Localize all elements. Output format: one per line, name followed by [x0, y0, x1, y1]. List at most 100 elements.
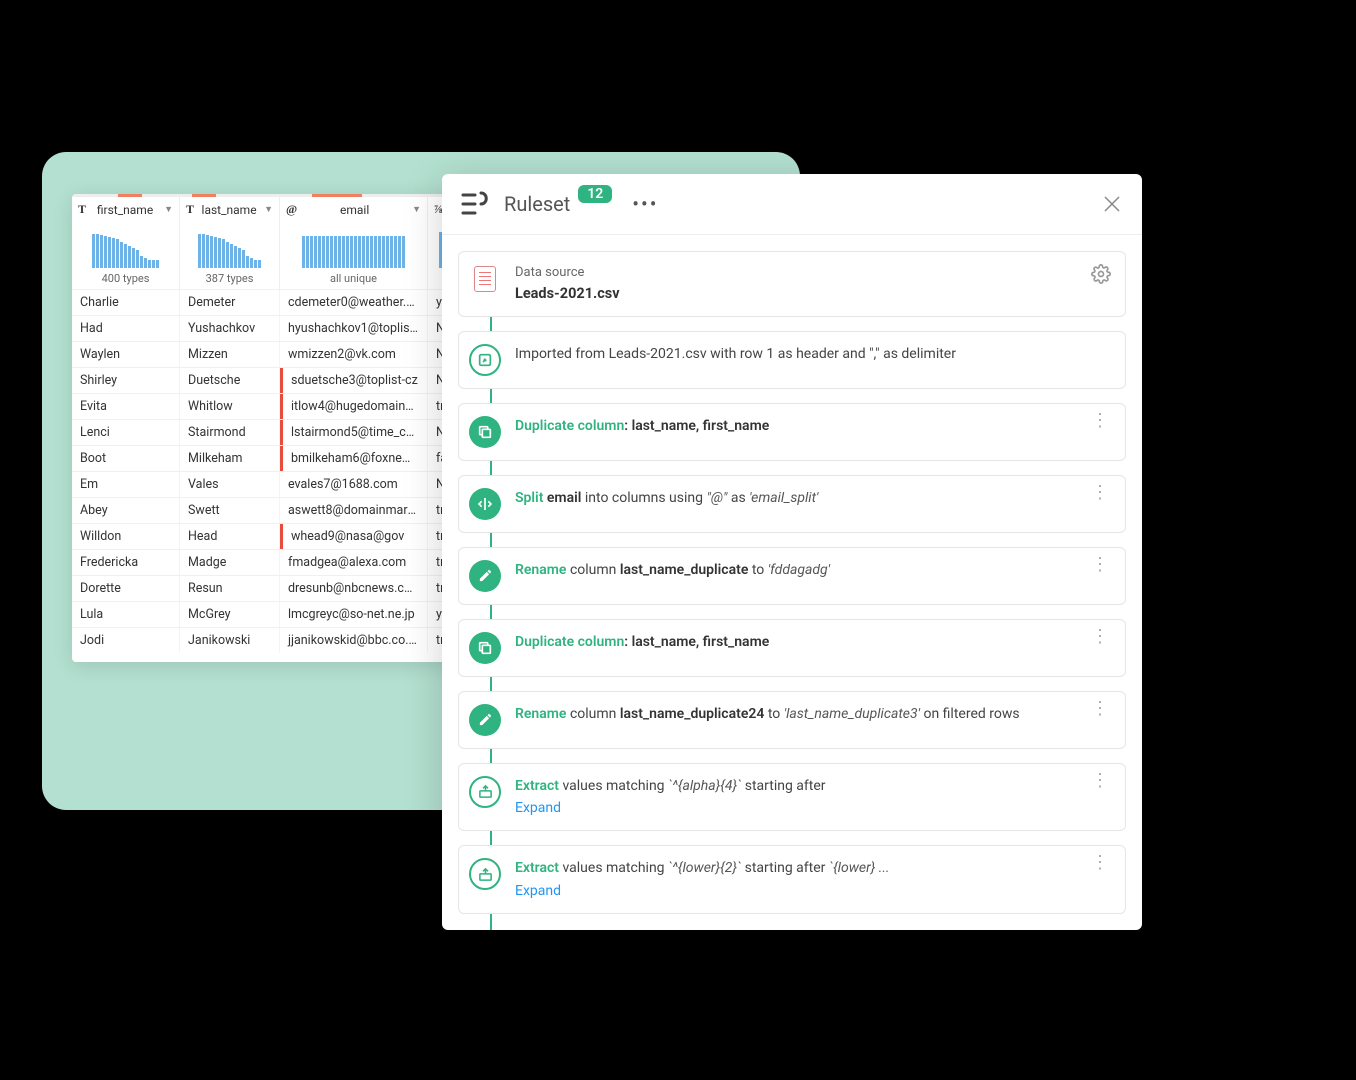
- cell-first-name: Dorette: [72, 576, 180, 601]
- cell-last-name: Head: [180, 524, 280, 549]
- cell-first-name: Abey: [72, 498, 180, 523]
- kebab-menu-icon[interactable]: ⋮: [1089, 632, 1111, 643]
- edit-icon: [469, 704, 501, 736]
- ruleset-header: Ruleset 12 •••: [442, 174, 1142, 235]
- column-warning-indicator: [192, 194, 216, 197]
- cell-first-name: Lula: [72, 602, 180, 627]
- cell-first-name: Waylen: [72, 342, 180, 367]
- cell-email: evales7@1688.com: [280, 472, 428, 497]
- kebab-menu-icon[interactable]: ⋮: [1089, 776, 1111, 787]
- column-warning-indicator: [118, 194, 142, 197]
- ruleset-panel: Ruleset 12 ••• Data source Leads-2021.cs…: [442, 174, 1142, 930]
- histogram-label: 400 types: [78, 272, 173, 285]
- rule-step-copy[interactable]: Duplicate column: last_name, first_name ⋮: [458, 403, 1126, 461]
- column-header-first_name[interactable]: Tfirst_name▼: [72, 194, 180, 222]
- column-name: last_name: [198, 203, 260, 217]
- extract-icon: [469, 776, 501, 808]
- copy-icon: [469, 416, 501, 448]
- more-icon[interactable]: •••: [632, 192, 658, 216]
- rule-description: Split email into columns using "@" as 'e…: [515, 488, 1075, 508]
- cell-last-name: Swett: [180, 498, 280, 523]
- copy-icon: [469, 632, 501, 664]
- rule-description: Duplicate column: last_name, first_name: [515, 416, 1075, 436]
- ruleset-logo-icon: [460, 188, 492, 220]
- histogram-first_name: 400 types: [72, 222, 180, 289]
- column-header-last_name[interactable]: Tlast_name ▼: [180, 194, 280, 222]
- kebab-menu-icon[interactable]: ⋮: [1089, 560, 1111, 571]
- cell-last-name: Demeter: [180, 290, 280, 315]
- cell-last-name: Stairmond: [180, 420, 280, 445]
- cell-email: lmcgreyc@so-net.ne.jp: [280, 602, 428, 627]
- split-icon: [469, 488, 501, 520]
- type-icon: T: [78, 202, 86, 217]
- cell-first-name: Fredericka: [72, 550, 180, 575]
- kebab-menu-icon[interactable]: ⋮: [1089, 488, 1111, 499]
- ruleset-body: Data source Leads-2021.csv Imported from…: [442, 235, 1142, 930]
- histogram-last_name: 387 types: [180, 222, 280, 289]
- column-warning-indicator: [312, 194, 362, 197]
- kebab-menu-icon[interactable]: ⋮: [1089, 858, 1111, 869]
- kebab-menu-icon[interactable]: ⋮: [1089, 416, 1111, 427]
- cell-email: hyushachkov1@toplist.cz: [280, 316, 428, 341]
- column-header-email[interactable]: @ email ▼: [280, 194, 428, 222]
- chevron-down-icon[interactable]: ▼: [264, 204, 273, 215]
- file-icon: [474, 266, 496, 292]
- cell-last-name: Milkeham: [180, 446, 280, 471]
- cell-first-name: Evita: [72, 394, 180, 419]
- rule-description: Rename column last_name_duplicate to 'fd…: [515, 560, 1075, 580]
- cell-first-name: Boot: [72, 446, 180, 471]
- rule-step-split[interactable]: Split email into columns using "@" as 'e…: [458, 475, 1126, 533]
- rule-step-copy[interactable]: Duplicate column: last_name, first_name ⋮: [458, 619, 1126, 677]
- chevron-down-icon[interactable]: ▼: [412, 204, 421, 215]
- cell-last-name: Whitlow: [180, 394, 280, 419]
- cell-last-name: Resun: [180, 576, 280, 601]
- rule-description: Duplicate column: last_name, first_name: [515, 632, 1075, 652]
- cell-last-name: Janikowski: [180, 628, 280, 653]
- cell-email: cdemeter0@weather.com: [280, 290, 428, 315]
- rule-step-edit[interactable]: Rename column last_name_duplicate24 to '…: [458, 691, 1126, 749]
- cell-email: dresunb@nbcnews.com: [280, 576, 428, 601]
- cell-first-name: Willdon: [72, 524, 180, 549]
- cell-first-name: Em: [72, 472, 180, 497]
- rule-step-extract[interactable]: Extract values matching `^{alpha}{4}` st…: [458, 763, 1126, 832]
- cell-email: fmadgea@alexa.com: [280, 550, 428, 575]
- type-icon: @: [286, 202, 297, 217]
- extract-icon: [469, 858, 501, 890]
- cell-email: itlow4@hugedomains_c: [280, 394, 428, 419]
- rule-step-extract[interactable]: Extract values matching `^{lower}{2}` st…: [458, 845, 1126, 914]
- cell-last-name: Madge: [180, 550, 280, 575]
- histogram-label: 387 types: [186, 272, 273, 285]
- edit-icon: [469, 560, 501, 592]
- rule-description: Rename column last_name_duplicate24 to '…: [515, 704, 1075, 724]
- rule-step-edit[interactable]: Rename column last_name_duplicate to 'fd…: [458, 547, 1126, 605]
- histogram-email: all unique: [280, 222, 428, 289]
- rule-description: Extract values matching `^{lower}{2}` st…: [515, 858, 1075, 901]
- kebab-menu-icon[interactable]: ⋮: [1089, 704, 1111, 715]
- cell-email: wmizzen2@vk.com: [280, 342, 428, 367]
- data-source-card[interactable]: Data source Leads-2021.csv: [458, 251, 1126, 317]
- ruleset-title: Ruleset: [504, 192, 570, 216]
- ruleset-count-badge: 12: [578, 185, 612, 203]
- cell-last-name: Yushachkov: [180, 316, 280, 341]
- cell-last-name: Mizzen: [180, 342, 280, 367]
- type-icon: T: [186, 202, 194, 217]
- rule-step-import[interactable]: Imported from Leads-2021.csv with row 1 …: [458, 331, 1126, 389]
- cell-first-name: Jodi: [72, 628, 180, 653]
- cell-email: aswett8@domainmark.c: [280, 498, 428, 523]
- cell-last-name: Duetsche: [180, 368, 280, 393]
- chevron-down-icon[interactable]: ▼: [164, 204, 173, 215]
- cell-email: whead9@nasa@gov: [280, 524, 428, 549]
- gear-icon[interactable]: [1091, 264, 1111, 288]
- cell-first-name: Lenci: [72, 420, 180, 445]
- cell-email: jjanikowskid@bbc.co.uk: [280, 628, 428, 653]
- column-name: email: [301, 203, 408, 217]
- import-icon: [469, 344, 501, 376]
- cell-first-name: Had: [72, 316, 180, 341]
- cell-first-name: Charlie: [72, 290, 180, 315]
- timeline-line: [490, 299, 492, 930]
- histogram-label: all unique: [286, 272, 421, 285]
- close-icon[interactable]: [1100, 192, 1124, 216]
- rule-description: Imported from Leads-2021.csv with row 1 …: [515, 344, 1111, 364]
- data-source-label: Data source: [515, 264, 1077, 283]
- cell-last-name: McGrey: [180, 602, 280, 627]
